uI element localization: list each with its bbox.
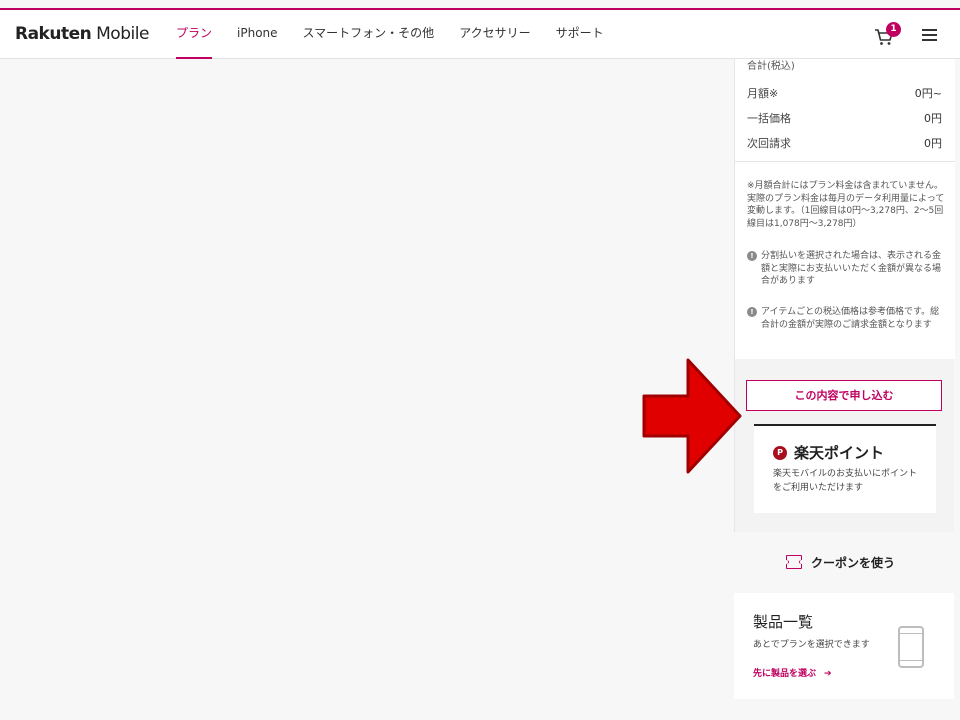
rakuten-points-card[interactable]: P 楽天ポイント 楽天モバイルのお支払いにポイントをご利用いただけます bbox=[754, 424, 936, 513]
points-description: 楽天モバイルのお支払いにポイントをご利用いただけます bbox=[773, 469, 918, 493]
coupon-ticket-icon bbox=[784, 555, 804, 569]
apply-button[interactable]: この内容で申し込む bbox=[746, 380, 942, 411]
price-summary: 合計(税込) 月額※ 0円~ 一括価格 0円 次回請求 0円 bbox=[735, 59, 955, 161]
cart-button[interactable]: 1 bbox=[874, 22, 902, 48]
row-value: 0円 bbox=[924, 112, 942, 125]
points-title: 楽天ポイント bbox=[794, 444, 885, 462]
product-list-title: 製品一覧 bbox=[753, 613, 814, 631]
choose-product-first-link[interactable]: 先に製品を選ぶ ➔ bbox=[753, 666, 832, 679]
cart-count-badge: 1 bbox=[886, 22, 901, 37]
product-list-description: あとでプランを選択できます bbox=[753, 640, 870, 650]
row-value: 0円 bbox=[924, 137, 942, 150]
row-value: 0円~ bbox=[914, 87, 942, 100]
arrow-right-icon: ➔ bbox=[824, 669, 832, 679]
nav-item-accessory[interactable]: アクセサリー bbox=[459, 10, 530, 59]
summary-row-next-bill: 次回請求 0円 bbox=[747, 135, 942, 151]
nav-item-support[interactable]: サポート bbox=[556, 10, 604, 59]
rakuten-mobile-logo[interactable]: Rakuten Mobile bbox=[15, 24, 149, 44]
hamburger-menu-icon[interactable] bbox=[922, 28, 938, 42]
info-reference-price: ! アイテムごとの税込価格は参考価格です。総合計の金額が実際のご請求金額となりま… bbox=[747, 306, 945, 331]
info-installment: ! 分割払いを選択された場合は、表示される金額と実際にお支払いいただく金額が異な… bbox=[747, 250, 945, 288]
coupon-label: クーポンを使う bbox=[811, 556, 896, 570]
info-icon: ! bbox=[747, 251, 757, 261]
site-header: Rakuten Mobile プラン iPhone スマートフォン・その他 アク… bbox=[0, 10, 960, 59]
row-label: 月額※ bbox=[747, 87, 779, 100]
row-label: 一括価格 bbox=[747, 112, 791, 125]
summary-title: 合計(税込) bbox=[747, 61, 795, 72]
info-icon: ! bbox=[747, 307, 757, 317]
product-list-card: 製品一覧 あとでプランを選択できます 先に製品を選ぶ ➔ bbox=[734, 593, 954, 699]
row-label: 次回請求 bbox=[747, 137, 791, 150]
nav-item-plan[interactable]: プラン bbox=[176, 10, 213, 59]
monthly-note: ※月額合計にはプラン料金は含まれていません。実際のプラン料金は毎月のデータ利用量… bbox=[747, 181, 945, 229]
summary-row-monthly: 月額※ 0円~ bbox=[747, 85, 942, 101]
main-nav: プラン iPhone スマートフォン・その他 アクセサリー サポート bbox=[176, 10, 629, 59]
notes-section: ※月額合計にはプラン料金は含まれていません。実際のプラン料金は毎月のデータ利用量… bbox=[735, 161, 955, 359]
smartphone-icon bbox=[898, 626, 924, 668]
nav-item-smartphone[interactable]: スマートフォン・その他 bbox=[303, 10, 435, 59]
red-arrow-annotation-icon bbox=[642, 358, 742, 474]
rakuten-point-icon: P bbox=[773, 446, 787, 460]
order-summary-panel: 合計(税込) 月額※ 0円~ 一括価格 0円 次回請求 0円 ※月額合計にはプラ… bbox=[734, 59, 955, 532]
nav-item-iphone[interactable]: iPhone bbox=[237, 10, 278, 59]
summary-row-lump-sum: 一括価格 0円 bbox=[747, 110, 942, 126]
